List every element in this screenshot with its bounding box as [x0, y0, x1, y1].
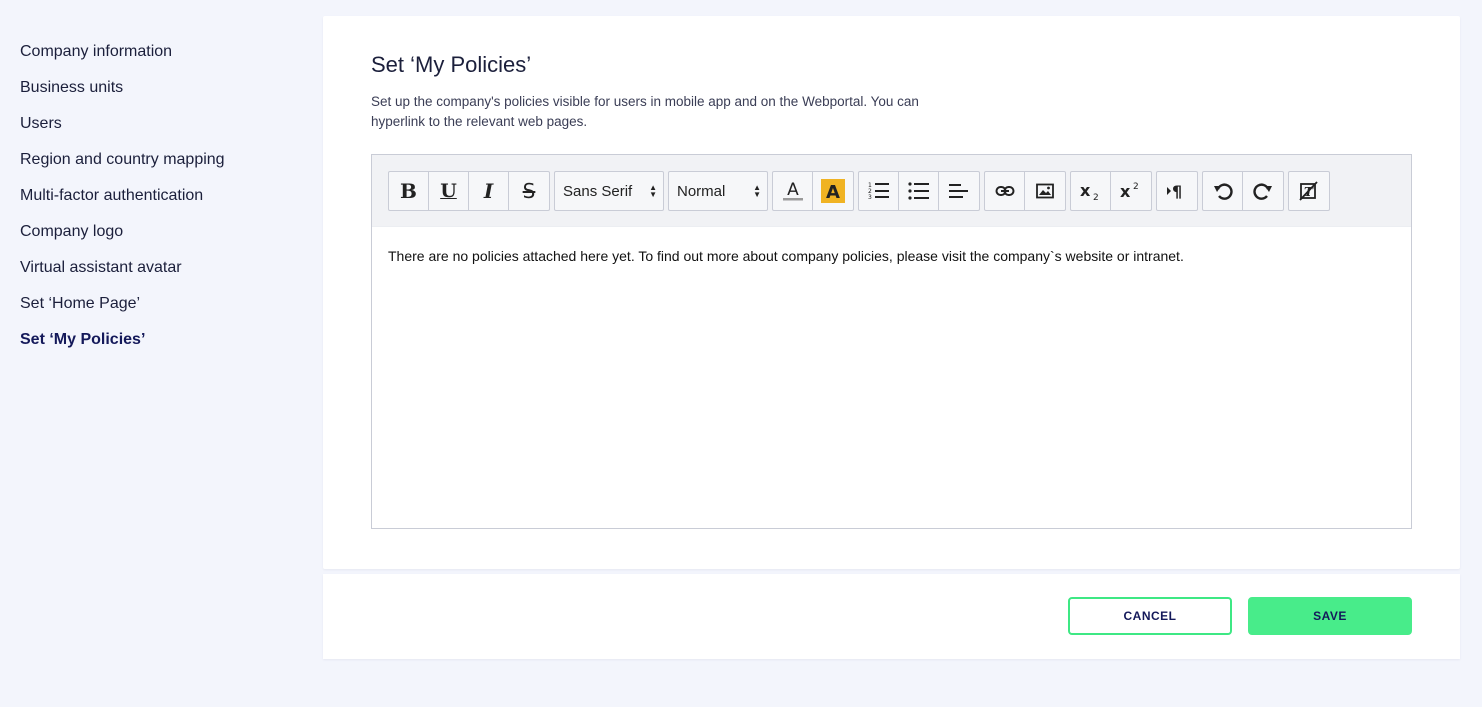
rich-text-editor: B U I S Sans Serif ▲ ▼ Normal ▲ ▼ A A 1 … — [371, 154, 1412, 529]
svg-text:3: 3 — [868, 194, 872, 201]
svg-text:A: A — [787, 180, 799, 200]
sidebar-item-company-logo[interactable]: Company logo — [20, 220, 310, 256]
highlight-color-button[interactable]: A — [813, 172, 853, 210]
font-size-select[interactable]: Normal ▲ ▼ — [668, 171, 768, 211]
history-group — [1202, 171, 1284, 211]
link-icon — [995, 186, 1014, 196]
italic-button[interactable]: I — [469, 172, 509, 210]
font-size-value: Normal — [677, 182, 726, 200]
underline-button[interactable]: U — [429, 172, 469, 210]
svg-text:¶: ¶ — [1172, 182, 1182, 201]
text-style-group: B U I S — [388, 171, 550, 211]
sidebar-item-set-my-policies[interactable]: Set ‘My Policies’ — [20, 328, 310, 364]
editor-content[interactable]: There are no policies attached here yet.… — [372, 227, 1411, 285]
clear-formatting-button[interactable]: T — [1289, 172, 1329, 210]
redo-icon — [1253, 183, 1272, 200]
sidebar-item-virtual-assistant-avatar[interactable]: Virtual assistant avatar — [20, 256, 310, 292]
sidebar-item-users[interactable]: Users — [20, 112, 310, 148]
italic-icon: I — [483, 179, 494, 203]
sidebar-item-set-home-page[interactable]: Set ‘Home Page’ — [20, 292, 310, 328]
image-icon — [1036, 183, 1054, 199]
action-bar: CANCEL SAVE — [323, 574, 1460, 659]
sidebar-item-multi-factor-authentication[interactable]: Multi-factor authentication — [20, 184, 310, 220]
svg-text:2: 2 — [1093, 193, 1099, 202]
settings-sidebar: Company information Business units Users… — [20, 40, 310, 364]
text-direction-button[interactable]: ¶ — [1157, 172, 1197, 210]
list-align-group: 1 2 3 — [858, 171, 980, 211]
bullet-list-icon — [907, 182, 929, 200]
svg-text:x: x — [1080, 181, 1091, 200]
sidebar-item-business-units[interactable]: Business units — [20, 76, 310, 112]
bullet-list-button[interactable] — [899, 172, 939, 210]
editor-toolbar: B U I S Sans Serif ▲ ▼ Normal ▲ ▼ A A 1 … — [372, 155, 1411, 227]
align-left-icon — [949, 184, 968, 198]
select-arrows-icon: ▲ ▼ — [649, 183, 657, 199]
superscript-button[interactable]: x 2 — [1111, 172, 1151, 210]
insert-group — [984, 171, 1066, 211]
policies-card: Set ‘My Policies’ Set up the company's p… — [323, 16, 1460, 569]
superscript-icon: x 2 — [1120, 182, 1139, 201]
bold-icon: B — [400, 179, 417, 203]
page-description: Set up the company's policies visible fo… — [371, 94, 919, 129]
text-color-icon: A — [782, 180, 803, 201]
text-color-button[interactable]: A — [773, 172, 813, 210]
image-button[interactable] — [1025, 172, 1065, 210]
clear-formatting-icon: T — [1299, 181, 1318, 201]
link-button[interactable] — [985, 172, 1025, 210]
svg-text:x: x — [1120, 182, 1131, 201]
strikethrough-icon: S — [522, 179, 536, 203]
text-direction-icon: ¶ — [1167, 182, 1182, 201]
ordered-list-icon: 1 2 3 — [868, 182, 889, 201]
select-arrows-icon: ▲ ▼ — [753, 183, 761, 199]
bold-button[interactable]: B — [389, 172, 429, 210]
sidebar-item-region-country-mapping[interactable]: Region and country mapping — [20, 148, 310, 184]
save-button[interactable]: SAVE — [1248, 597, 1412, 635]
undo-button[interactable] — [1203, 172, 1243, 210]
cancel-button[interactable]: CANCEL — [1068, 597, 1232, 635]
direction-group: ¶ — [1156, 171, 1198, 211]
undo-icon — [1213, 183, 1233, 200]
clear-format-group: T — [1288, 171, 1330, 211]
ordered-list-button[interactable]: 1 2 3 — [859, 172, 899, 210]
svg-text:A: A — [826, 182, 840, 203]
color-group: A A — [772, 171, 854, 211]
svg-text:2: 2 — [1133, 182, 1139, 192]
align-left-button[interactable] — [939, 172, 979, 210]
script-group: x 2 x 2 — [1070, 171, 1152, 211]
underline-icon: U — [440, 180, 457, 202]
font-family-value: Sans Serif — [563, 182, 633, 200]
subscript-icon: x 2 — [1080, 181, 1099, 202]
sidebar-item-company-information[interactable]: Company information — [20, 40, 310, 76]
highlight-color-icon: A — [821, 179, 845, 203]
font-family-select[interactable]: Sans Serif ▲ ▼ — [554, 171, 664, 211]
redo-button[interactable] — [1243, 172, 1283, 210]
strikethrough-button[interactable]: S — [509, 172, 549, 210]
subscript-button[interactable]: x 2 — [1071, 172, 1111, 210]
page-title: Set ‘My Policies’ — [371, 52, 532, 77]
